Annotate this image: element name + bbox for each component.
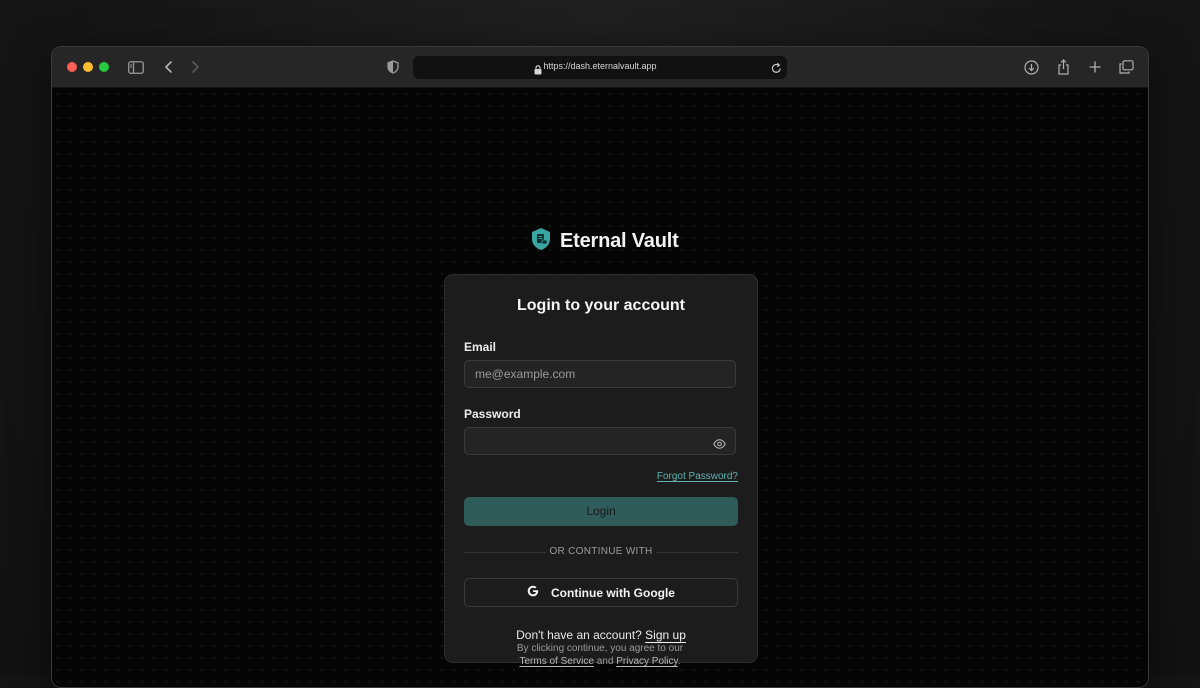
signup-link[interactable]: Sign up [645,628,686,642]
divider-right [656,552,738,553]
new-tab-icon[interactable] [1086,58,1104,76]
signup-row: Don't have an account? Sign up [445,628,757,642]
legal-line-1: By clicking continue, you agree to our [516,643,684,654]
browser-toolbar: https://dash.eternalvault.app [52,47,1148,88]
page-content: Eternal Vault Login to your account Emai… [52,88,1148,687]
shield-icon[interactable] [384,58,402,76]
password-label: Password [464,407,521,421]
legal-line-2: Terms of Service and Privacy Policy. [450,655,750,668]
tabs-overview-icon[interactable] [1117,58,1135,76]
browser-window: https://dash.eternalvault.app Eternal Va… [51,46,1149,688]
vault-logo-icon [530,227,552,256]
zoom-window-button[interactable] [99,62,109,72]
legal-and-text: and [596,656,614,667]
google-icon [527,585,539,600]
forward-icon[interactable] [186,58,204,76]
password-field-wrapper [464,427,736,455]
terms-of-service-link[interactable]: Terms of Service [520,656,594,667]
share-icon[interactable] [1054,58,1072,76]
login-title: Login to your account [517,297,685,314]
signup-prompt: Don't have an account? [516,628,642,642]
continue-with-google-button[interactable]: Continue with Google [464,578,738,607]
password-field[interactable] [465,428,735,454]
email-label: Email [464,340,497,354]
login-button[interactable]: Login [464,497,738,526]
download-icon[interactable] [1022,58,1040,76]
email-field-wrapper [464,360,736,388]
login-card: Login to your account Email Password For… [444,274,758,663]
reload-icon[interactable] [771,61,782,79]
address-url: https://dash.eternalvault.app [543,61,657,71]
email-field[interactable] [465,361,735,387]
close-window-button[interactable] [67,62,77,72]
legal-notice: By clicking continue, you agree to our T… [450,642,750,668]
google-button-label: Continue with Google [551,585,675,600]
back-icon[interactable] [160,58,178,76]
forgot-password-link[interactable]: Forgot Password? [657,471,738,482]
minimize-window-button[interactable] [83,62,93,72]
sidebar-icon[interactable] [127,58,145,76]
brand-name: Eternal Vault [560,229,679,252]
show-password-icon[interactable] [713,436,726,454]
brand-header: Eternal Vault [530,227,679,256]
privacy-policy-link[interactable]: Privacy Policy [616,656,678,667]
address-bar[interactable]: https://dash.eternalvault.app [413,56,787,79]
legal-end-text: . [677,656,681,667]
